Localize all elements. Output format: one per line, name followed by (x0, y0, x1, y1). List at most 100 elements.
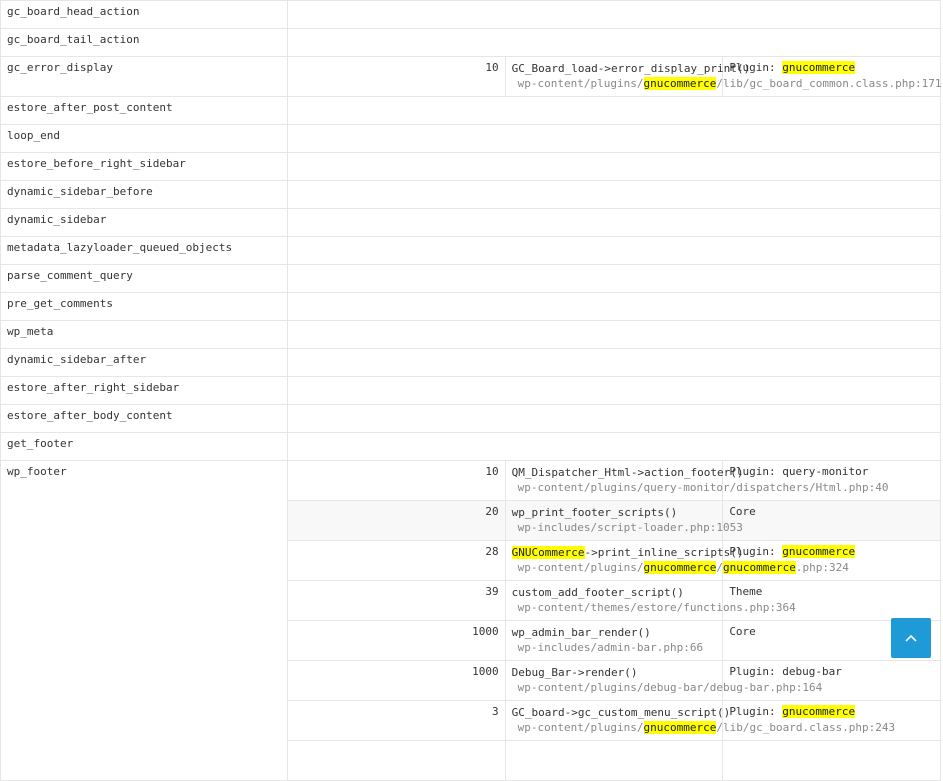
callback-file-link[interactable]: wp-content/plugins/query-monitor/dispatc… (512, 480, 889, 495)
hook-row: gc_board_tail_action (0, 28, 941, 57)
callback-function: custom_add_footer_script() (511, 586, 684, 599)
component (722, 740, 941, 781)
callback-file-link[interactable]: wp-content/plugins/gnucommerce/lib/gc_bo… (512, 720, 895, 735)
callback-function: GC_board->gc_custom_menu_script() (511, 706, 731, 719)
hook-name: estore_after_post_content (0, 96, 288, 125)
hook-name: gc_board_tail_action (0, 28, 288, 57)
callback: wp_print_footer_scripts() wp-includes/sc… (504, 500, 743, 541)
callback-function: QM_Dispatcher_Html->action_footer() (511, 466, 744, 479)
hook-name: wp_footer (0, 460, 288, 781)
component: Core (722, 500, 941, 541)
hook-name: dynamic_sidebar (0, 208, 288, 237)
hook-name: gc_error_display (0, 56, 288, 97)
hook-row: parse_comment_query (0, 264, 941, 293)
hook-name: parse_comment_query (0, 264, 288, 293)
hook-row: estore_after_right_sidebar (0, 376, 941, 405)
hook-row: estore_after_body_content (0, 404, 941, 433)
hook-row: wp_meta (0, 320, 941, 349)
hook-row: dynamic_sidebar_after (0, 348, 941, 377)
hook-name: metadata_lazyloader_queued_objects (0, 236, 288, 265)
component: Plugin: debug-bar (722, 660, 941, 701)
search-highlight: gnucommerce (643, 721, 717, 734)
search-highlight: gnucommerce (722, 561, 796, 574)
callback: QM_Dispatcher_Html->action_footer() wp-c… (504, 460, 889, 501)
component-label: Plugin: (729, 61, 783, 74)
empty-actions (287, 180, 941, 209)
hook-name: loop_end (0, 124, 288, 153)
search-highlight: gnucommerce (782, 61, 856, 74)
priority: 1000 (287, 620, 506, 661)
hook-name: estore_before_right_sidebar (0, 152, 288, 181)
callback-function: Debug_Bar->render() (511, 666, 638, 679)
callback-file-link[interactable]: wp-includes/script-loader.php:1053 (512, 520, 743, 535)
hook-row: loop_end (0, 124, 941, 153)
search-highlight: gnucommerce (782, 545, 856, 558)
empty-actions (287, 264, 941, 293)
callback (504, 740, 724, 781)
empty-actions (287, 152, 941, 181)
callback-file-link[interactable]: wp-content/themes/estore/functions.php:3… (512, 600, 796, 615)
hook-row: estore_after_post_content (0, 96, 941, 125)
hook-name: estore_after_right_sidebar (0, 376, 288, 405)
hook-row: estore_before_right_sidebar (0, 152, 941, 181)
hook-row: wp_footer 10 QM_Dispatcher_Html->action_… (0, 460, 941, 781)
priority: 1000 (287, 660, 506, 701)
callback-function: GC_Board_load->error_display_print() (511, 62, 751, 75)
file-path: wp-content/plugins/ (517, 77, 644, 90)
component-label: Plugin: (729, 545, 783, 558)
search-highlight: gnucommerce (643, 77, 717, 90)
callback-file-link[interactable]: wp-content/plugins/gnucommerce/gnucommer… (512, 560, 849, 575)
empty-actions (287, 208, 941, 237)
empty-actions (287, 124, 941, 153)
search-highlight: gnucommerce (782, 705, 856, 718)
callback: Debug_Bar->render() wp-content/plugins/d… (504, 660, 823, 701)
empty-actions (287, 404, 941, 433)
empty-actions (287, 320, 941, 349)
callback: GNUCommerce->print_inline_scripts() wp-c… (504, 540, 849, 581)
empty-actions (287, 96, 941, 125)
callback-file-link[interactable]: wp-includes/admin-bar.php:66 (512, 640, 717, 655)
priority (287, 740, 506, 781)
hook-row: dynamic_sidebar_before (0, 180, 941, 209)
file-path: /lib/gc_board.class.php:243 (716, 721, 896, 734)
priority: 3 (287, 700, 506, 741)
file-path: /lib/gc_board_common.class.php:171 (716, 77, 942, 90)
callback: GC_board->gc_custom_menu_script() wp-con… (504, 700, 895, 741)
search-highlight: GNUCommerce (511, 546, 585, 559)
hook-row: gc_board_head_action (0, 0, 941, 29)
hooks-table: gc_board_head_action gc_board_tail_actio… (0, 0, 942, 781)
callback-function: wp_admin_bar_render() (511, 626, 651, 639)
empty-actions (287, 348, 941, 377)
hook-row: get_footer (0, 432, 941, 461)
callback: GC_Board_load->error_display_print() wp-… (504, 56, 942, 97)
priority: 28 (287, 540, 506, 581)
priority: 10 (287, 460, 506, 501)
hook-name: wp_meta (0, 320, 288, 349)
empty-actions (287, 292, 941, 321)
priority: 20 (287, 500, 506, 541)
file-path: / (716, 561, 723, 574)
hook-name: get_footer (0, 432, 288, 461)
component-label: Plugin: (729, 705, 783, 718)
callback-file-link[interactable]: wp-content/plugins/debug-bar/debug-bar.p… (512, 680, 823, 695)
empty-actions (287, 236, 941, 265)
function-name: ->print_inline_scripts() (584, 546, 744, 559)
hook-name: dynamic_sidebar_before (0, 180, 288, 209)
search-highlight: gnucommerce (643, 561, 717, 574)
callback-function: wp_print_footer_scripts() (511, 506, 678, 519)
callback-file-link[interactable]: wp-content/plugins/gnucommerce/lib/gc_bo… (512, 76, 942, 91)
hook-name: gc_board_head_action (0, 0, 288, 29)
empty-actions (287, 376, 941, 405)
scroll-to-top-button[interactable] (891, 618, 931, 658)
empty-actions (287, 28, 941, 57)
priority: 39 (287, 580, 506, 621)
callback-function: GNUCommerce->print_inline_scripts() (511, 545, 743, 560)
chevron-up-icon (905, 634, 917, 642)
priority: 10 (287, 56, 506, 97)
hook-name: pre_get_comments (0, 292, 288, 321)
hook-name: estore_after_body_content (0, 404, 288, 433)
file-path: wp-content/plugins/ (517, 721, 644, 734)
file-path: .php:324 (795, 561, 849, 574)
empty-actions (287, 0, 941, 29)
hook-row: dynamic_sidebar (0, 208, 941, 237)
